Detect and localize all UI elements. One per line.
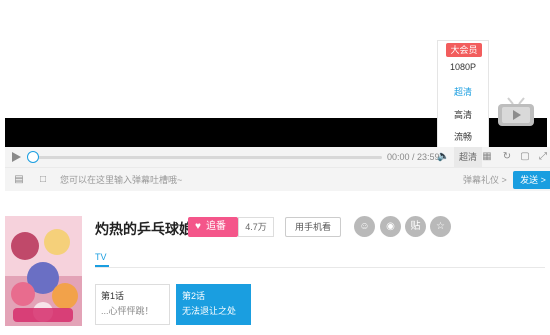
tieba-icon[interactable]: 贴 (405, 216, 426, 237)
time-display: 00:00 / 23:59 (387, 152, 440, 162)
weibo-icon[interactable]: ◉ (380, 216, 401, 237)
episode-number: 第1话 (101, 291, 125, 301)
quality-option-high[interactable]: 高清 (438, 108, 488, 121)
fullscreen-icon[interactable]: ⤢ (537, 151, 549, 163)
video-player: 大会员 1080P 超清 高清 流畅 00:00 / 23:59 🔈 超清 ▦ … (0, 0, 550, 191)
danmu-input[interactable]: 您可以在这里输入弹幕吐槽哦~ (60, 172, 450, 188)
widescreen-icon[interactable]: ▢ (519, 151, 531, 163)
control-bar: 00:00 / 23:59 🔈 超清 ▦ ↻ ▢ ⤢ (5, 147, 550, 167)
heart-icon: ♥ (195, 221, 201, 232)
episode-item-active[interactable]: 第2话 无法退让之处 (176, 284, 251, 325)
anime-poster[interactable] (5, 216, 82, 326)
show-title: 灼热的乒乓球娘 (95, 221, 193, 237)
danmu-style-icon[interactable]: □ (37, 174, 49, 186)
tabs-divider (95, 267, 545, 268)
wechat-icon[interactable]: ☺ (354, 216, 375, 237)
vip-badge: 大会员 (446, 43, 482, 57)
tv-logo-icon (498, 97, 534, 126)
favorite-icon[interactable]: ☆ (430, 216, 451, 237)
subscribe-count: 4.7万 (238, 217, 274, 237)
danmu-toggle-icon[interactable]: ▦ (481, 151, 493, 163)
episode-title: ...心怦怦跳！ (101, 306, 154, 316)
quality-option-super[interactable]: 超清 (438, 85, 488, 98)
episode-item[interactable]: 第1话 ...心怦怦跳！ (95, 284, 170, 325)
volume-icon[interactable]: 🔈 (437, 151, 449, 163)
danmu-bar: ▤ □ 您可以在这里输入弹幕吐槽哦~ 弹幕礼仪 > 发送 > (5, 167, 550, 191)
tab-tv[interactable]: TV (95, 252, 107, 262)
loop-icon[interactable]: ↻ (501, 151, 513, 163)
subscribe-button[interactable]: ♥ 追番 (188, 217, 238, 237)
progress-handle[interactable] (27, 151, 39, 163)
episode-number: 第2话 (182, 291, 206, 301)
quality-option-smooth[interactable]: 流畅 (438, 130, 488, 143)
quality-option-1080p[interactable]: 1080P (438, 62, 488, 72)
watch-on-mobile-button[interactable]: 用手机看 (285, 217, 341, 237)
danmu-etiquette-link[interactable]: 弹幕礼仪 > (463, 172, 507, 188)
send-button[interactable]: 发送 > (513, 171, 550, 189)
progress-bar[interactable] (32, 156, 382, 159)
danmu-settings-icon[interactable]: ▤ (13, 174, 25, 186)
episode-title: 无法退让之处 (182, 306, 237, 316)
quality-button[interactable]: 超清 (454, 147, 482, 167)
play-icon[interactable] (12, 152, 21, 162)
subscribe-label: 追番 (205, 221, 226, 232)
